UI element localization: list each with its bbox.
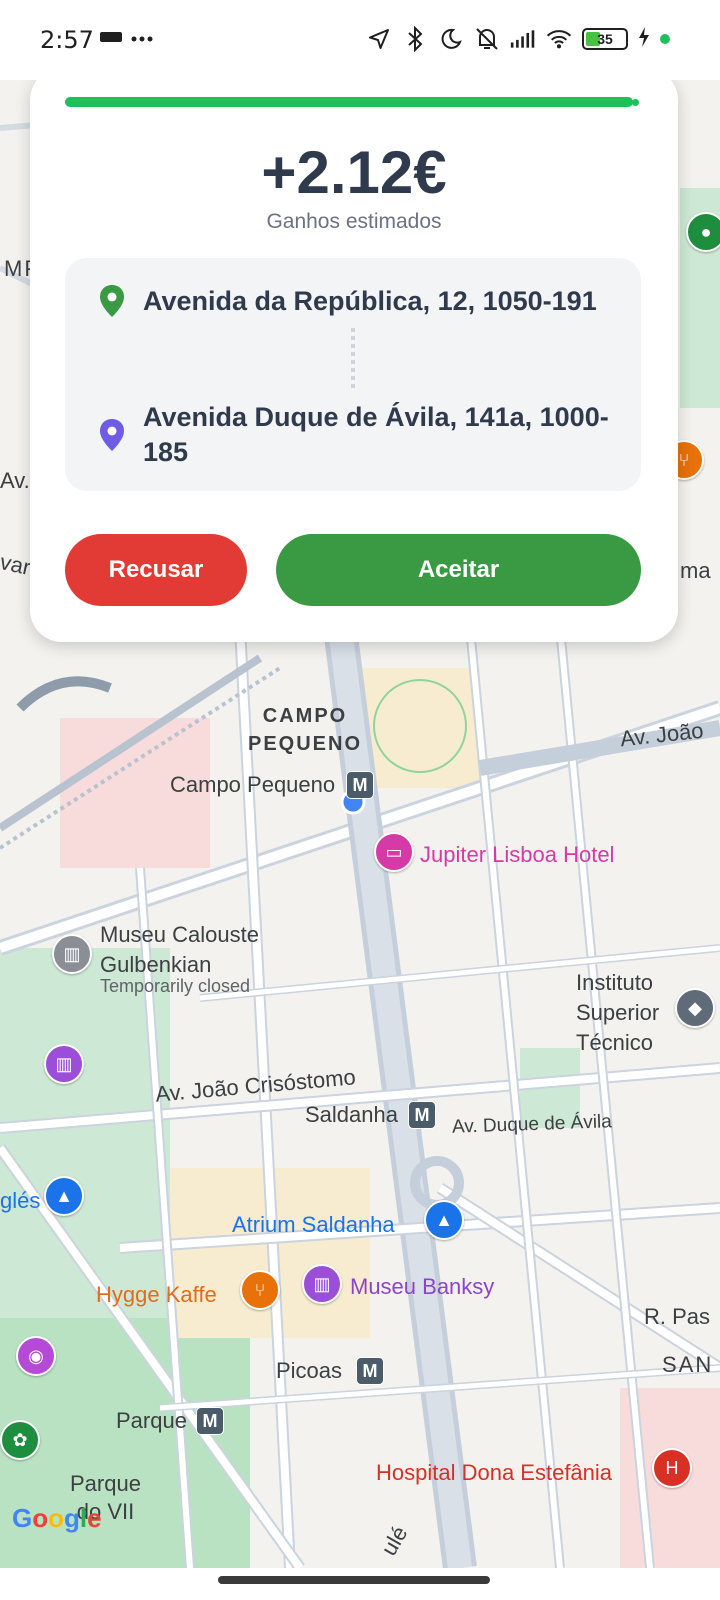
park-pin-icon[interactable]: ● — [686, 212, 720, 252]
map-label-hygge[interactable]: Hygge Kaffe — [96, 1282, 217, 1308]
metro-icon[interactable]: M — [196, 1407, 224, 1435]
museum-pin-icon[interactable]: ▥ — [52, 934, 92, 974]
signal-icon — [510, 26, 536, 52]
map-label-atrium[interactable]: Atrium Saldanha — [232, 1212, 395, 1238]
gesture-handle[interactable] — [218, 1576, 490, 1584]
map-label-san: SAN — [662, 1352, 714, 1377]
pickup-address: Avenida da República, 12, 1050-191 — [143, 286, 597, 316]
delivery-offer-card: +2.12€ Ganhos estimados Avenida da Repúb… — [30, 68, 678, 642]
camera-pin-icon[interactable]: ◉ — [16, 1336, 56, 1376]
privacy-indicator-dot — [660, 34, 670, 44]
status-time: 2:57 — [40, 26, 94, 54]
battery-level: 35 — [597, 31, 613, 47]
dropoff-address: Avenida Duque de Ávila, 141a, 1000-185 — [143, 402, 609, 467]
refuse-button[interactable]: Recusar — [65, 534, 247, 606]
map-label-jupiter[interactable]: Jupiter Lisboa Hotel — [420, 842, 614, 868]
shopping-pin-icon[interactable]: ▲ — [44, 1176, 84, 1216]
metro-icon[interactable]: M — [346, 771, 374, 799]
map-label-hospital[interactable]: Hospital Dona Estefânia — [376, 1460, 612, 1486]
dropoff-stop: Avenida Duque de Ávila, 141a, 1000-185 — [99, 400, 623, 470]
earnings-label: Ganhos estimados — [266, 210, 442, 233]
pickup-pin-icon — [99, 284, 125, 318]
map-label-r-pas: R. Pas — [644, 1304, 711, 1329]
charging-icon — [638, 26, 650, 52]
pickup-stop: Avenida da República, 12, 1050-191 — [99, 284, 623, 319]
wifi-icon — [546, 26, 572, 52]
google-logo: Google — [12, 1503, 102, 1533]
map-label-campo-pequeno[interactable]: Campo Pequeno — [170, 772, 335, 798]
museum-pin-icon[interactable]: ▥ — [44, 1044, 84, 1084]
school-pin-icon[interactable]: ◆ — [675, 988, 715, 1028]
status-left-icons — [100, 30, 154, 48]
district-label: CAMPO PEQUENO — [248, 702, 362, 758]
bluetooth-icon — [402, 26, 428, 52]
hotel-pin-icon[interactable]: ▭ — [374, 832, 414, 872]
offer-timer-end-dot — [632, 99, 639, 106]
battery-icon: 35 — [582, 28, 628, 50]
map-label-gles[interactable]: glés — [0, 1188, 40, 1214]
map-label-saldanha[interactable]: Saldanha — [305, 1102, 398, 1128]
metro-icon[interactable]: M — [356, 1357, 384, 1385]
district-line-1: CAMPO — [262, 705, 348, 727]
map-label-parque[interactable]: Parque — [116, 1408, 187, 1434]
earnings-amount: +2.12€ — [261, 139, 447, 206]
hospital-pin-icon[interactable]: H — [652, 1448, 692, 1488]
museum-pin-icon[interactable]: ▥ — [302, 1264, 342, 1304]
navigation-bar — [0, 1568, 720, 1600]
accept-button[interactable]: Aceitar — [276, 534, 641, 606]
offer-timer-bar — [65, 97, 639, 107]
map-label-banksy[interactable]: Museu Banksy — [350, 1274, 494, 1300]
route-connector — [351, 328, 355, 392]
route-box: Avenida da República, 12, 1050-191 Aveni… — [65, 258, 641, 491]
map-label-picoas[interactable]: Picoas — [276, 1358, 342, 1384]
metro-icon[interactable]: M — [408, 1101, 436, 1129]
map-label-var: var — [0, 549, 33, 580]
map-label-instituto[interactable]: Instituto Superior Técnico — [576, 968, 659, 1058]
mute-icon — [474, 26, 500, 52]
park-pin-icon[interactable]: ✿ — [0, 1420, 40, 1460]
map-label-av: Av. — [0, 468, 30, 493]
restaurant-pin-icon[interactable]: ⑂ — [240, 1270, 280, 1310]
location-icon — [366, 26, 392, 52]
map-label-gulbenkian-status: Temporarily closed — [100, 976, 251, 996]
sim-icon — [100, 30, 122, 48]
dropoff-pin-icon — [99, 418, 125, 452]
map-label-gulbenkian[interactable]: Museu Calouste Gulbenkian — [100, 920, 259, 980]
moon-icon — [438, 26, 464, 52]
offer-timer-fill — [65, 97, 634, 107]
shopping-pin-icon[interactable]: ▲ — [424, 1200, 464, 1240]
district-line-2: PEQUENO — [248, 733, 363, 755]
more-dots-icon — [130, 30, 154, 48]
map-label-ma: ma — [680, 558, 711, 583]
status-bar: 2:57 35 — [0, 0, 720, 80]
status-right-icons: 35 — [366, 26, 670, 52]
